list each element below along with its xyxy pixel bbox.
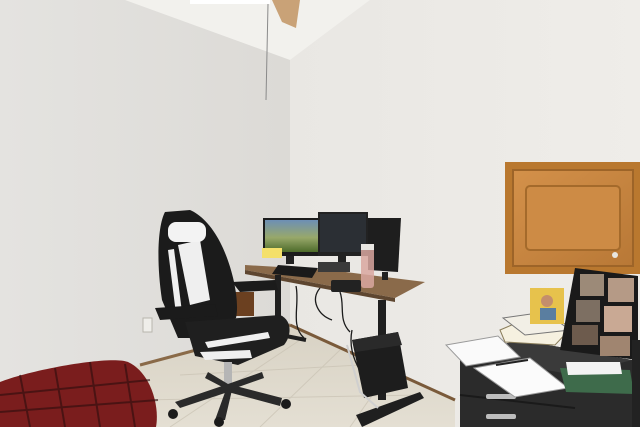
headrest-pillow xyxy=(168,222,206,242)
frame-edge xyxy=(632,340,640,427)
wall-outlet xyxy=(142,317,153,333)
office-photo xyxy=(0,0,640,427)
router xyxy=(331,280,361,292)
wall-cabinet-door xyxy=(505,162,640,274)
desk-tray xyxy=(318,262,350,272)
photo-canvas xyxy=(0,0,640,427)
water-bottle xyxy=(361,244,374,288)
